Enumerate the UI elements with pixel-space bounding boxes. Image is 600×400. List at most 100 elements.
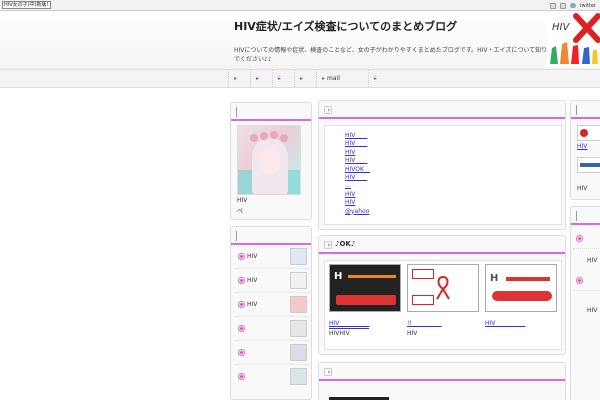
profile-sub: ペ xyxy=(237,208,244,215)
flower-icon xyxy=(260,132,268,140)
flower-icon xyxy=(250,134,258,142)
header-bar-icon xyxy=(576,105,577,115)
list-item[interactable] xyxy=(573,269,600,291)
center-links-header xyxy=(319,101,565,119)
nav-item-mail[interactable]: ▸ mail xyxy=(316,70,368,87)
list-link[interactable]: @yahoo xyxy=(345,208,370,216)
list-item-label: HIV xyxy=(247,253,258,260)
link-list: HIV HIV HIV HIV HIVOK HIV … HIV HIV @yah… xyxy=(345,132,370,216)
list-link[interactable]: HIV xyxy=(345,157,370,165)
right-text-2: HIV xyxy=(587,257,598,264)
nav-item-3[interactable]: ▸ xyxy=(272,70,294,87)
top-bar: HIV女の子(中)新版! twitter xyxy=(0,0,600,11)
flower-icon xyxy=(270,131,278,139)
center-links-box: HIV HIV HIV HIV HIVOK HIV … HIV HIV @yah… xyxy=(318,100,566,230)
recommend-box: ♪OK♪ H H HIV HIVHIV !! HIV HIV xyxy=(318,235,566,355)
list-item[interactable]: HIV xyxy=(235,269,311,293)
right-list-box: HIV HIV xyxy=(570,206,600,400)
profile-box: HIV ペ xyxy=(230,102,312,220)
thumbnail-image xyxy=(290,344,307,361)
nav-item-4[interactable]: ▸ xyxy=(294,70,316,87)
thumbnail-image xyxy=(290,368,307,385)
card-sub-1: HIVHIV xyxy=(329,330,350,337)
list-item[interactable]: HIV xyxy=(235,293,311,317)
header-underline xyxy=(571,117,600,119)
bullet-icon xyxy=(239,278,244,283)
bullet-icon xyxy=(239,326,244,331)
list-link[interactable]: HIV xyxy=(345,140,370,148)
hiv-hands-logo-icon[interactable]: HIV xyxy=(546,12,600,67)
nav-item-2[interactable]: ▸ xyxy=(250,70,272,87)
list-item[interactable]: HIV xyxy=(235,245,311,269)
svg-text:HIV: HIV xyxy=(552,22,570,33)
right-banner-box: HIV HIV xyxy=(570,100,600,200)
thumbnail-image xyxy=(290,320,307,337)
list-item-label: HIV xyxy=(247,301,258,308)
list-link[interactable]: HIV xyxy=(345,199,370,207)
flower-icon xyxy=(280,134,288,142)
nav-item-1[interactable]: ▸ xyxy=(228,70,250,87)
bullet-icon xyxy=(239,302,244,307)
list-link[interactable]: HIVOK xyxy=(345,166,370,174)
twitter-icon[interactable] xyxy=(569,3,576,8)
header-underline xyxy=(571,223,600,225)
right-banner-image[interactable] xyxy=(577,125,600,141)
right-banner-image-2[interactable] xyxy=(577,157,600,173)
top-right-links: twitter xyxy=(549,1,597,10)
card-sub-2: HIV xyxy=(407,330,418,337)
profile-box-header xyxy=(231,103,311,121)
arrow-icon xyxy=(324,106,332,114)
thumbnail-image xyxy=(290,248,307,265)
article-list-box: HIV HIV HIV xyxy=(230,226,312,400)
thumbnail-image xyxy=(290,272,307,289)
red-ribbon-icon xyxy=(436,275,450,300)
arrow-icon xyxy=(324,368,332,376)
bullet-icon xyxy=(577,236,582,241)
list-link[interactable]: … xyxy=(345,182,370,190)
bullet-icon xyxy=(239,350,244,355)
site-title[interactable]: HIV症状/エイズ検査についてのまとめブログ xyxy=(234,18,457,34)
header-underline xyxy=(319,252,565,254)
rss-icon[interactable] xyxy=(559,2,566,9)
bullet-icon xyxy=(239,374,244,379)
header-underline xyxy=(319,379,565,381)
right-text-1: HIV xyxy=(577,185,588,192)
header-bar-icon xyxy=(576,211,577,221)
list-link[interactable]: HIV xyxy=(345,174,370,182)
right-link[interactable]: HIV xyxy=(577,143,587,151)
card-link-1[interactable]: HIV xyxy=(329,320,370,330)
card-link-2[interactable]: !! xyxy=(407,320,442,328)
top-left-label[interactable]: HIV女の子(中)新版! xyxy=(2,1,51,9)
list-item[interactable] xyxy=(235,317,311,341)
nav-mail-label: mail xyxy=(327,75,340,82)
list-link[interactable]: HIV xyxy=(345,132,370,140)
article-list-header xyxy=(231,227,311,245)
list-item[interactable] xyxy=(573,227,600,249)
bottom-box xyxy=(318,362,566,400)
banner-card-2[interactable] xyxy=(407,264,479,312)
right-text-3: HIV xyxy=(587,307,598,314)
arrow-icon xyxy=(324,241,332,249)
recommend-title: ♪OK♪ xyxy=(335,240,356,248)
profile-avatar[interactable] xyxy=(237,125,301,195)
thumbnail-image xyxy=(290,296,307,313)
profile-name: HIV xyxy=(237,197,248,204)
list-link[interactable]: HIV xyxy=(345,149,370,157)
card-link-3[interactable]: HIV xyxy=(485,320,525,328)
right-banner-header xyxy=(571,101,600,119)
bullet-icon xyxy=(239,254,244,259)
list-item-label: HIV xyxy=(247,277,258,284)
banner-card-3[interactable]: H xyxy=(485,264,557,312)
twitter-link[interactable]: twitter xyxy=(580,3,597,9)
banner-card-1[interactable]: H xyxy=(329,264,401,312)
list-item[interactable] xyxy=(235,341,311,365)
global-nav: ▸ ▸ ▸ ▸ ▸ mail ▸ xyxy=(0,69,600,88)
recommend-header: ♪OK♪ xyxy=(319,236,565,254)
header-bar-icon xyxy=(236,107,237,117)
list-item[interactable] xyxy=(235,365,311,389)
home-icon[interactable] xyxy=(549,2,556,9)
list-link[interactable]: HIV xyxy=(345,191,370,199)
nav-item-6[interactable]: ▸ xyxy=(368,70,390,87)
header-underline xyxy=(231,119,311,121)
header-bar-icon xyxy=(236,231,237,241)
